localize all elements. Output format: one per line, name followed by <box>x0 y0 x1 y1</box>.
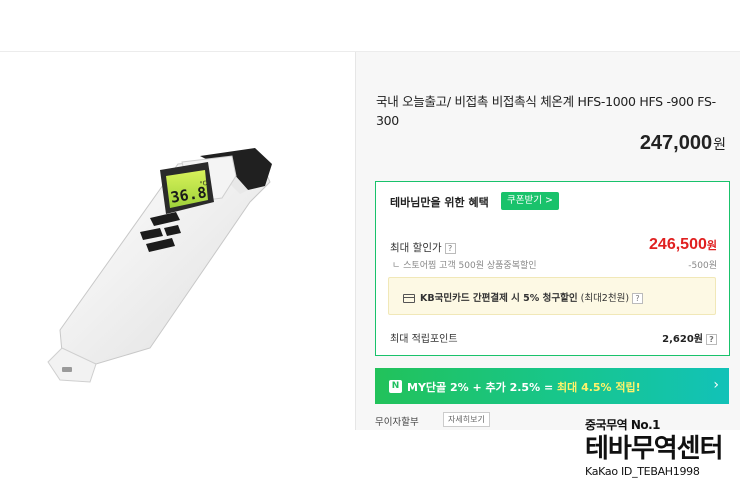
max-discount-label: 최대 할인가? <box>390 240 456 255</box>
points-label: 최대 적립포인트 <box>390 334 458 345</box>
kb-promo-limit: (최대2천원) <box>580 293 630 304</box>
store-discount-label: ㄴ 스토어찜 고객 500원 상품중복할인 <box>392 261 537 271</box>
kb-promo-main: KB국민카드 간편결제 시 5% 청구할인 <box>420 293 578 304</box>
coupon-button[interactable]: 쿠폰받기 > <box>501 192 559 210</box>
installment-label: 무이자할부 <box>375 417 419 428</box>
installment-detail-button[interactable]: 자세히보기 <box>443 412 490 427</box>
kb-card-promo-text: KB국민카드 간편결제 시 5% 청구할인 (최대2천원)? <box>403 290 644 304</box>
product-image-pane: 36.8 °C <box>0 52 355 430</box>
watermark-tagline: 중국무역 No.1 <box>585 418 661 432</box>
benefit-box: 테바님만을 위한 혜택 쿠폰받기 > 최대 할인가? 246,500원 ㄴ 스토… <box>375 181 730 356</box>
points-value-text: 2,620원 <box>662 334 703 345</box>
product-price: 247,000원 <box>640 132 726 155</box>
watermark-kakao-id: KaKao ID_TEBAH1998 <box>585 465 700 478</box>
max-discount-label-text: 최대 할인가 <box>390 242 442 254</box>
thermometer-display-unit: °C <box>199 180 207 188</box>
membership-text: MY단골 2% + 추가 2.5% = 최대 4.5% 적립! <box>407 379 641 395</box>
naver-n-icon: N <box>389 380 402 393</box>
max-discount-price-value: 246,500 <box>649 236 707 253</box>
help-icon[interactable]: ? <box>632 293 644 304</box>
membership-text-highlight: 최대 4.5% 적립! <box>557 381 641 394</box>
points-value: 2,620원? <box>662 330 717 345</box>
price-unit: 원 <box>713 136 726 152</box>
benefit-heading: 테바님만을 위한 혜택 <box>390 196 489 209</box>
help-icon[interactable]: ? <box>706 333 717 345</box>
membership-banner[interactable]: N MY단골 2% + 추가 2.5% = 최대 4.5% 적립! › <box>375 368 729 404</box>
watermark-brand: 테바무역센터 <box>585 434 724 464</box>
product-info-pane: 국내 오늘출고/ 비접촉 비접촉식 체온계 HFS-1000 HFS -900 … <box>355 52 740 430</box>
product-title: 국내 오늘출고/ 비접촉 비접촉식 체온계 HFS-1000 HFS -900 … <box>376 94 716 128</box>
product-price-value: 247,000 <box>639 132 713 154</box>
credit-card-icon <box>403 294 415 303</box>
store-discount-value: -500원 <box>688 261 717 271</box>
product-image-thermometer[interactable]: 36.8 °C <box>0 52 355 430</box>
membership-text-main: MY단골 2% + 추가 2.5% = <box>407 381 557 394</box>
top-bar <box>0 0 740 52</box>
max-discount-price-unit: 원 <box>706 240 717 252</box>
chevron-right-icon: › <box>713 377 719 393</box>
watermark: 중국무역 No.1 테바무역센터 KaKao ID_TEBAH1998 <box>585 416 735 478</box>
max-discount-price: 246,500원 <box>649 236 717 254</box>
kb-card-promo[interactable]: KB국민카드 간편결제 시 5% 청구할인 (최대2천원)? <box>388 277 716 315</box>
help-icon[interactable]: ? <box>444 242 456 254</box>
